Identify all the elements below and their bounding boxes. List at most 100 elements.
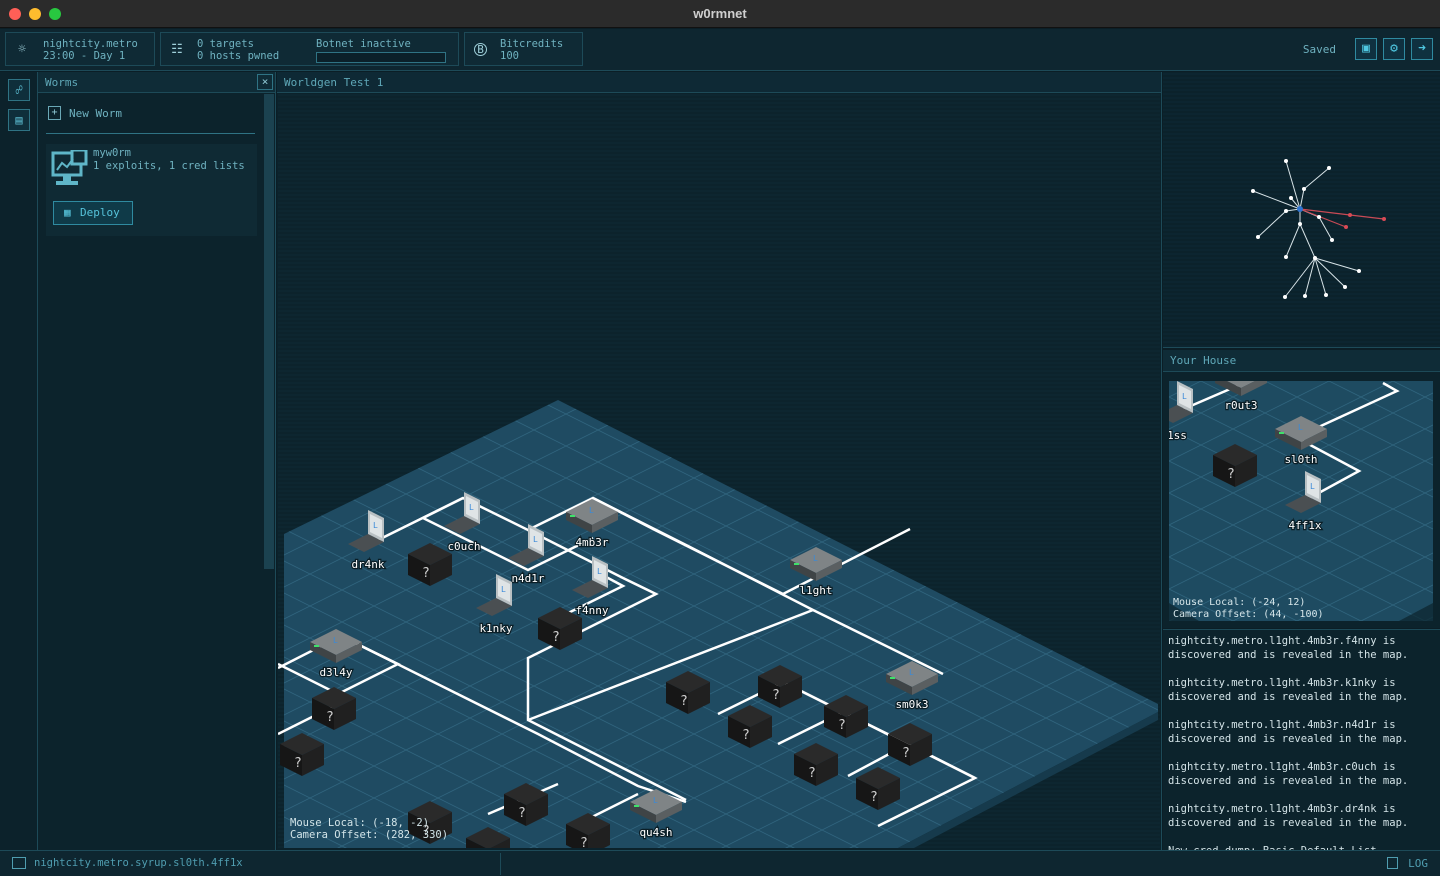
house-panel: Your House Lr0ut3L1ssLsl0thL4ff1x? Mouse… bbox=[1163, 350, 1440, 628]
worms-scrollbar[interactable] bbox=[264, 94, 274, 569]
unknown-host-label: ? bbox=[326, 710, 334, 725]
svg-text:L: L bbox=[813, 554, 818, 563]
svg-text:L: L bbox=[589, 506, 594, 515]
node-label: d3l4y bbox=[319, 666, 352, 679]
node-label: dr4nk bbox=[351, 558, 384, 571]
game-time: 23:00 - Day 1 bbox=[43, 50, 126, 62]
house-panel-header: Your House bbox=[1163, 350, 1440, 372]
event-log[interactable]: nightcity.metro.l1ght.4mb3r.f4nny is dis… bbox=[1163, 629, 1440, 850]
location-box[interactable]: ☼ nightcity.metro 23:00 - Day 1 bbox=[5, 32, 155, 66]
svg-text:L: L bbox=[1298, 423, 1303, 432]
currency-value: 100 bbox=[500, 50, 519, 62]
worm-icon[interactable]: ▤ bbox=[8, 109, 30, 131]
worm-name: myw0rm bbox=[93, 147, 131, 159]
network-icon[interactable]: ☍ bbox=[8, 79, 30, 101]
house-map[interactable]: Lr0ut3L1ssLsl0thL4ff1x? Mouse Local: (-2… bbox=[1169, 381, 1433, 621]
unknown-host-label: ? bbox=[580, 836, 588, 848]
node-label: qu4sh bbox=[639, 826, 672, 839]
window-titlebar: w0rmnet bbox=[0, 0, 1440, 28]
botnet-progress-bar bbox=[316, 52, 446, 63]
log-entry: nightcity.metro.l1ght.4mb3r.f4nny is dis… bbox=[1168, 635, 1409, 661]
map-panel-header: Worldgen Test 1 bbox=[277, 72, 1161, 93]
svg-text:L: L bbox=[909, 668, 914, 677]
node-label: sm0k3 bbox=[895, 698, 928, 711]
window-title: w0rmnet bbox=[693, 6, 747, 21]
new-worm-button[interactable]: + New Worm bbox=[46, 104, 255, 134]
unknown-host-label: ? bbox=[552, 630, 560, 645]
terminal-icon bbox=[12, 857, 26, 869]
house-panel-title: Your House bbox=[1170, 354, 1237, 367]
deploy-button[interactable]: ▦ Deploy bbox=[53, 201, 133, 225]
hosts-pwned: 0 hosts pwned bbox=[197, 50, 280, 62]
unknown-host-label: ? bbox=[1227, 467, 1235, 482]
worm-card[interactable]: myw0rm 1 exploits, 1 cred lists ▦ Deploy bbox=[46, 144, 257, 236]
node-label: k1nky bbox=[479, 622, 512, 635]
svg-text:L: L bbox=[653, 796, 658, 805]
house-camera-offset: Camera Offset: (44, -100) bbox=[1173, 609, 1324, 620]
unknown-host-label: ? bbox=[518, 806, 526, 821]
save-status: Saved bbox=[1302, 43, 1336, 56]
svg-text:L: L bbox=[469, 503, 474, 512]
log-button[interactable]: LOG bbox=[1408, 857, 1428, 870]
node-label: n4d1r bbox=[511, 572, 544, 585]
deploy-label: Deploy bbox=[80, 206, 120, 219]
map-camera-offset: Camera Offset: (282, 330) bbox=[290, 829, 449, 841]
globe-icon: ☼ bbox=[18, 42, 26, 57]
svg-text:L: L bbox=[333, 636, 338, 645]
map-mouse-local: Mouse Local: (-18, -2) bbox=[290, 817, 430, 829]
unknown-host-label: ? bbox=[902, 746, 910, 761]
log-icon bbox=[1387, 857, 1398, 869]
map-title: Worldgen Test 1 bbox=[284, 76, 384, 89]
deploy-icon: ▦ bbox=[64, 206, 71, 219]
node-label: 4mb3r bbox=[575, 536, 608, 549]
network-map-svg[interactable]: ??????????????? Ldr4nkLc0uchL4mb3rLn4d1r… bbox=[278, 94, 1160, 848]
node-label: 1ss bbox=[1169, 429, 1187, 442]
close-icon[interactable]: × bbox=[257, 74, 273, 90]
svg-text:L: L bbox=[1182, 392, 1187, 401]
minimap[interactable] bbox=[1163, 72, 1440, 348]
currency-label: Bitcredits bbox=[500, 38, 564, 50]
botnet-box[interactable]: ☷ 0 targets 0 hosts pwned Botnet inactiv… bbox=[160, 32, 459, 66]
log-entry: New cred dump: Basic Default List bbox=[1163, 840, 1440, 850]
node-label: c0uch bbox=[447, 540, 480, 553]
unknown-host-label: ? bbox=[838, 718, 846, 733]
log-entry: nightcity.metro.l1ght.4mb3r.c0uch is dis… bbox=[1168, 761, 1409, 787]
new-file-icon: + bbox=[48, 106, 61, 120]
map-panel: Worldgen Test 1 ? ? ? ? ? ? ? ? ? ? ? ? … bbox=[277, 72, 1162, 850]
bitcoin-icon: B bbox=[474, 43, 487, 56]
unknown-host-label: ? bbox=[870, 790, 878, 805]
new-worm-label: New Worm bbox=[69, 107, 122, 120]
node-label: sl0th bbox=[1284, 453, 1317, 466]
minimap-graph bbox=[1251, 159, 1386, 299]
node-label: f4nny bbox=[575, 604, 608, 617]
log-entry: nightcity.metro.l1ght.4mb3r.k1nky is dis… bbox=[1168, 677, 1409, 703]
targets-icon: ☷ bbox=[171, 42, 183, 57]
log-entry: nightcity.metro.l1ght.4mb3r.n4d1r is dis… bbox=[1168, 719, 1409, 745]
house-map-svg: Lr0ut3L1ssLsl0thL4ff1x? bbox=[1169, 381, 1433, 621]
botnet-status: Botnet inactive bbox=[316, 38, 411, 50]
exit-icon[interactable]: ➜ bbox=[1411, 38, 1433, 60]
bottom-status-bar: nightcity.metro.syrup.sl0th.4ff1x LOG bbox=[0, 850, 1440, 876]
svg-text:L: L bbox=[597, 567, 602, 576]
worms-panel-title: Worms bbox=[45, 76, 79, 89]
unknown-host-label: ? bbox=[808, 766, 816, 781]
node-label: l1ght bbox=[799, 584, 832, 597]
worm-computer-icon bbox=[51, 150, 88, 185]
svg-text:L: L bbox=[373, 521, 378, 530]
svg-text:L: L bbox=[501, 585, 506, 594]
unknown-host-label: ? bbox=[772, 688, 780, 703]
divider bbox=[500, 853, 501, 875]
network-map[interactable]: ??????????????? Ldr4nkLc0uchL4mb3rLn4d1r… bbox=[278, 94, 1160, 848]
top-status-bar: ☼ nightcity.metro 23:00 - Day 1 ☷ 0 targ… bbox=[0, 29, 1440, 71]
worms-panel: Worms × + New Worm myw0rm 1 exploits, 1 … bbox=[38, 72, 276, 850]
save-icon[interactable]: ▣ bbox=[1355, 38, 1377, 60]
node-label: 4ff1x bbox=[1288, 519, 1321, 532]
house-mouse-local: Mouse Local: (-24, 12) bbox=[1173, 597, 1306, 608]
targets-count: 0 targets bbox=[197, 38, 254, 50]
worms-panel-header: Worms × bbox=[38, 72, 275, 93]
unknown-host-label: ? bbox=[742, 728, 750, 743]
log-entry: nightcity.metro.l1ght.4mb3r.dr4nk is dis… bbox=[1168, 803, 1409, 829]
unknown-host-label: ? bbox=[680, 694, 688, 709]
node-label: r0ut3 bbox=[1224, 399, 1257, 412]
gear-icon[interactable]: ⚙ bbox=[1383, 38, 1405, 60]
